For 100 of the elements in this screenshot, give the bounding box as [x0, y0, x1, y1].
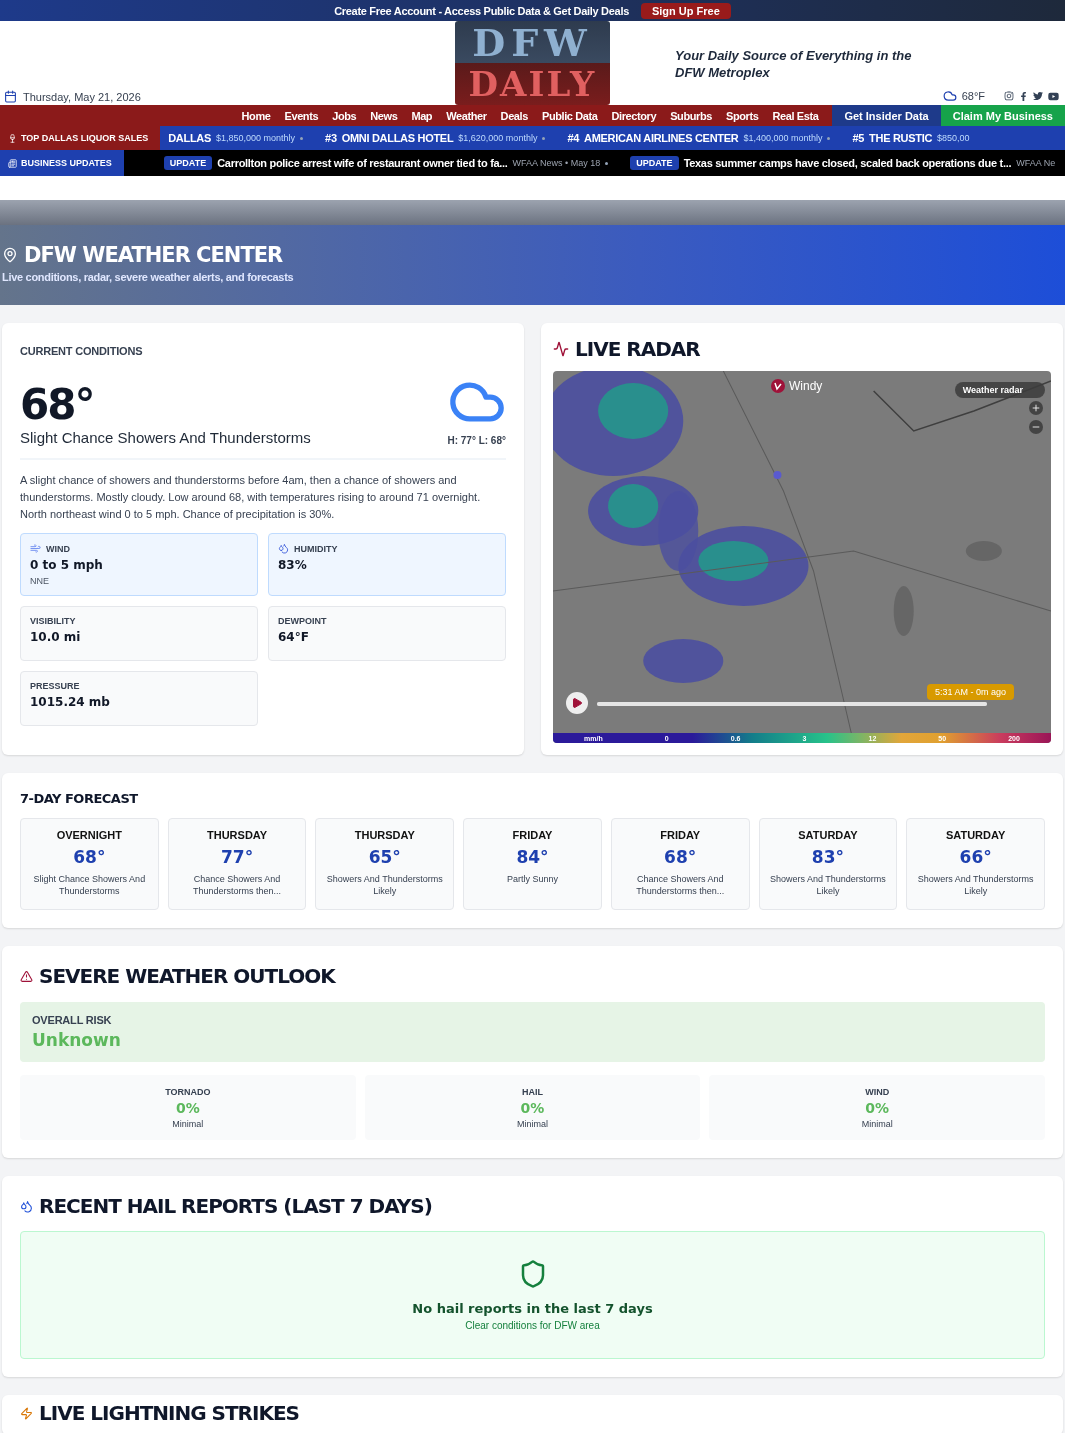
wine-glass-icon — [8, 133, 17, 143]
nav-link[interactable]: Weather — [446, 109, 487, 122]
risk-value: 0% — [520, 1099, 545, 1116]
section-title: RECENT HAIL REPORTS (LAST 7 DAYS) — [39, 1194, 432, 1218]
instagram-icon[interactable] — [1004, 91, 1014, 101]
risk-level: Minimal — [861, 1118, 893, 1129]
stat-value: 64°F — [278, 630, 310, 644]
day-temperature: 68° — [73, 847, 106, 867]
nav-link[interactable]: Jobs — [332, 109, 357, 122]
play-icon — [571, 697, 583, 709]
droplets-icon — [278, 543, 289, 554]
source-text: WFAA Ne — [1016, 158, 1056, 168]
rank-text: #3 — [325, 132, 337, 144]
sales-amount: $1,850,000 monthly — [216, 133, 296, 143]
nav-link[interactable]: Deals — [500, 109, 528, 122]
source-text: WFAA News • May 18 — [512, 158, 601, 168]
day-name: THURSDAY — [354, 829, 415, 841]
risk-value: 0% — [865, 1099, 890, 1116]
brand-name: Windy — [789, 379, 823, 393]
section-title: LIVE RADAR — [575, 337, 700, 361]
stat-value: 1015.24 mb — [30, 695, 111, 709]
day-summary: Showers And Thunderstorms Likely — [768, 873, 887, 897]
youtube-icon[interactable] — [1048, 90, 1059, 102]
ticker-label: TOP DALLAS LIQUOR SALES — [0, 126, 161, 150]
hail-note: Clear conditions for DFW area — [465, 1320, 600, 1331]
header-temperature: 68°F — [961, 90, 985, 102]
separator-dot — [300, 136, 304, 140]
day-summary: Chance Showers And Thunderstorms then... — [635, 873, 726, 897]
update-badge: UPDATE — [163, 156, 213, 170]
insider-data-button[interactable]: Get Insider Data — [832, 105, 941, 126]
nav-link[interactable]: Real Esta — [772, 109, 819, 122]
nav-link[interactable]: Map — [411, 109, 433, 122]
day-temperature: 83° — [811, 847, 844, 867]
risk-label: HAIL — [522, 1086, 543, 1097]
nav-link[interactable]: Sports — [726, 109, 759, 122]
day-summary: Showers And Thunderstorms Likely — [916, 873, 1035, 897]
sales-amount: $1,400,000 monthly — [743, 133, 823, 143]
rank-text: #5 — [852, 132, 865, 144]
nav-link[interactable]: Home — [241, 109, 271, 122]
timeline-slider[interactable] — [597, 702, 987, 706]
headline-link[interactable]: Carrollton police arrest wife of restaurant owner tied to fa... — [217, 157, 508, 169]
pulse-icon — [553, 341, 569, 357]
sign-up-button[interactable]: Sign Up Free — [640, 2, 731, 19]
day-temperature: 68° — [664, 847, 697, 867]
nav-link[interactable]: Events — [284, 109, 319, 122]
facebook-icon[interactable] — [1019, 91, 1028, 101]
promo-text: Create Free Account - Access Public Data & Get Daily Deals — [334, 4, 629, 17]
date-text: Thursday, May 21, 2026 — [23, 91, 141, 103]
nav-link[interactable]: News — [370, 109, 398, 122]
current-temperature: 68° — [20, 381, 95, 429]
droplets-icon — [20, 1199, 33, 1213]
day-summary: Partly Sunny — [506, 873, 558, 885]
twitter-icon[interactable] — [1033, 91, 1043, 101]
day-temperature: 84° — [516, 847, 549, 867]
separator-dot — [605, 161, 609, 165]
plus-icon — [1031, 403, 1041, 413]
nav-link[interactable]: Public Data — [541, 109, 598, 122]
tagline: Your Daily Source of Everything in the DFW Metroplex — [675, 47, 913, 81]
ticker-label: BUSINESS UPDATES — [0, 150, 124, 176]
update-badge: UPDATE — [630, 156, 679, 170]
section-label: CURRENT CONDITIONS — [20, 345, 143, 357]
stat-label: HUMIDITY — [294, 543, 338, 554]
day-summary: Slight Chance Showers And Thunderstorms — [32, 873, 147, 897]
nav-link[interactable]: Suburbs — [670, 109, 712, 122]
rank-text: #4 — [567, 132, 580, 144]
radar-mode-button[interactable]: Weather radar — [954, 382, 1045, 398]
lightning-icon — [20, 1406, 33, 1420]
day-temperature: 77° — [220, 847, 254, 867]
stat-label: WIND — [46, 543, 70, 554]
wind-icon — [30, 543, 41, 554]
calendar-icon — [4, 90, 17, 103]
windy-logo-icon — [771, 379, 785, 393]
day-name: FRIDAY — [512, 829, 553, 841]
time-tag: 5:31 AM - 0m ago — [927, 684, 1015, 700]
separator-dot — [827, 136, 831, 140]
day-name: SATURDAY — [946, 829, 1006, 841]
stat-detail: NNE — [30, 576, 50, 586]
risk-label: WIND — [865, 1086, 890, 1097]
nav-link[interactable]: Directory — [611, 109, 657, 122]
day-name: SATURDAY — [798, 829, 858, 841]
day-summary: Showers And Thunderstorms Likely — [325, 873, 444, 897]
high-low-text: H: 77° L: 68° — [447, 435, 506, 446]
day-summary: Chance Showers And Thunderstorms then... — [192, 873, 283, 897]
warning-icon — [20, 969, 33, 983]
section-title: LIVE LIGHTNING STRIKES — [39, 1401, 300, 1425]
risk-label: OVERALL RISK — [32, 1014, 113, 1026]
headline-link[interactable]: Texas summer camps have closed, scaled back operations due t... — [683, 157, 1012, 169]
day-name: OVERNIGHT — [56, 829, 123, 841]
day-name: THURSDAY — [207, 829, 268, 841]
stat-value: 10.0 mi — [30, 630, 82, 644]
cloud-icon — [942, 89, 957, 103]
stat-label: PRESSURE — [30, 681, 80, 691]
newspaper-icon — [8, 158, 17, 168]
site-logo[interactable]: DFW DAILY — [455, 21, 610, 105]
forecast-description: A slight chance of showers and thunderstorms before 4am, then a chance of showers and thunderstorms. Mostly cloudy. Low around 68, with temperatures rising to around 71 overnight. North northeast wind 0 to 5 mph. Chance of precipitation is 30%. — [20, 473, 482, 522]
venue-name: AMERICAN AIRLINES CENTER — [584, 132, 739, 144]
condition-text: Slight Chance Showers And Thunderstorms — [20, 429, 311, 446]
risk-value: Unknown — [32, 1030, 122, 1050]
map-pin-icon — [2, 247, 18, 263]
separator-dot — [542, 136, 546, 140]
